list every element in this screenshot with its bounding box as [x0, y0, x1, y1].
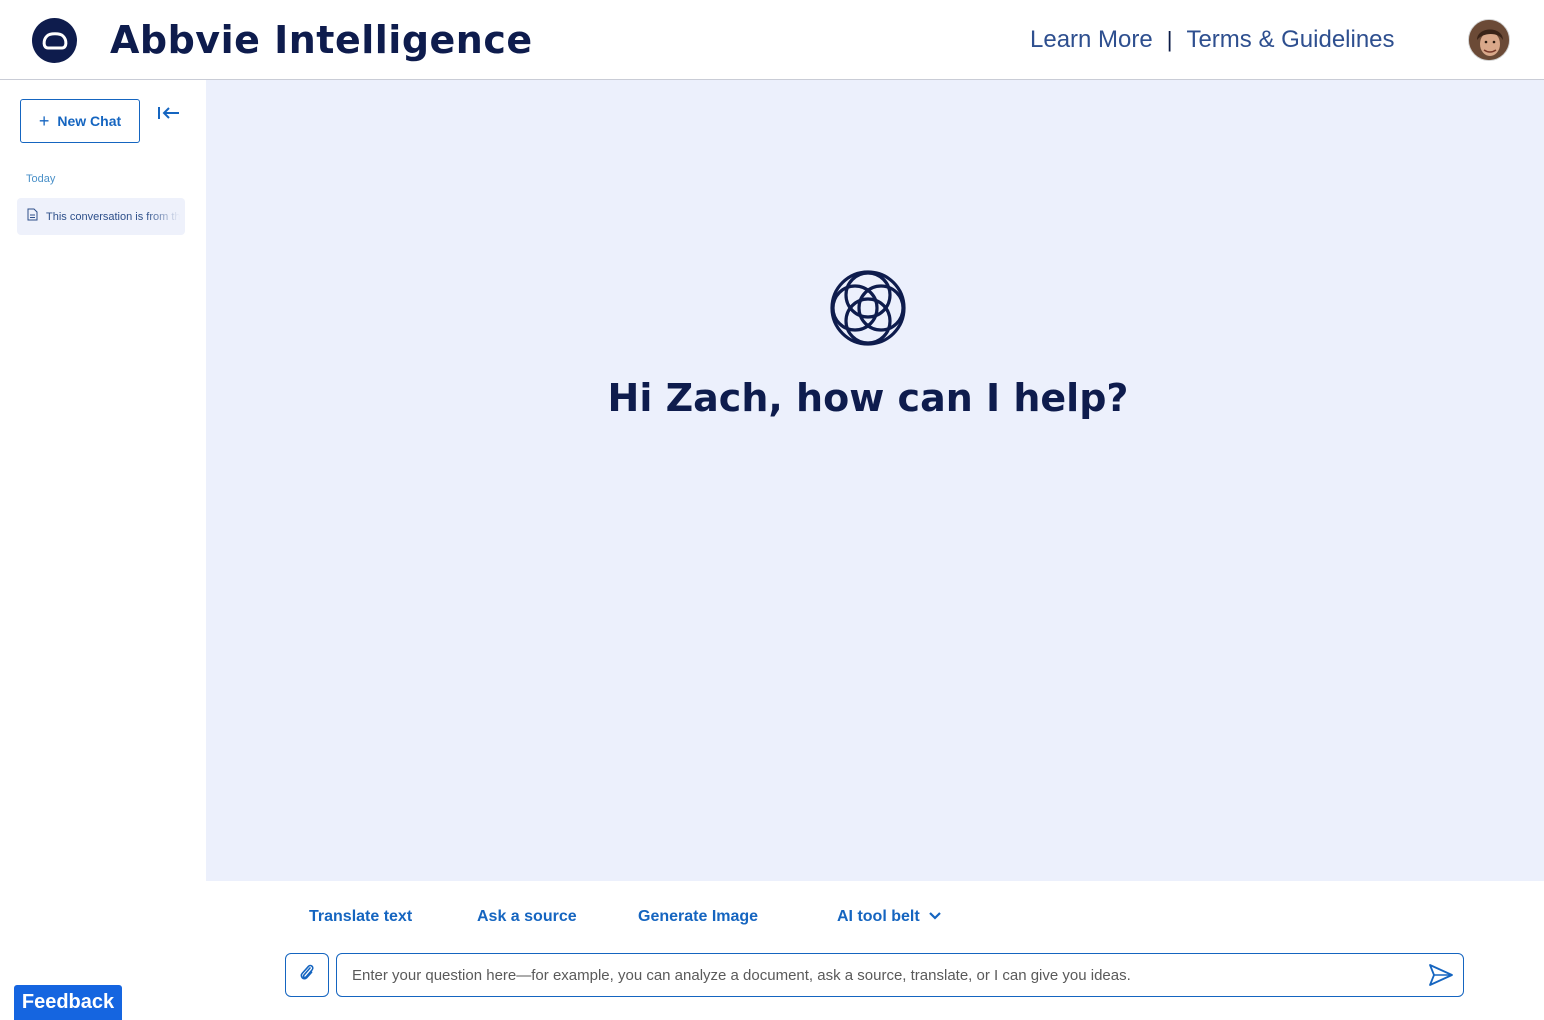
plus-icon: + [38, 111, 50, 131]
send-icon[interactable] [1427, 962, 1455, 988]
link-separator: | [1166, 27, 1173, 52]
learn-more-link[interactable]: Learn More [1030, 26, 1153, 54]
quick-tools: Translate text Ask a source Generate Ima… [0, 908, 1544, 934]
chat-main-area: Hi Zach, how can I help? [206, 80, 1544, 881]
today-section-label: Today [26, 173, 56, 185]
chat-input[interactable] [337, 954, 1417, 996]
conversation-item[interactable]: This conversation is from the [17, 198, 185, 235]
user-avatar[interactable] [1468, 19, 1510, 61]
new-chat-button[interactable]: + New Chat [20, 99, 140, 143]
attach-file-button[interactable] [285, 953, 329, 997]
ai-tool-belt-label: AI tool belt [837, 908, 920, 925]
app-title: Abbvie Intelligence [110, 18, 533, 62]
paperclip-icon [298, 963, 316, 988]
conversation-label: This conversation is from the [46, 210, 180, 223]
terms-guidelines-link[interactable]: Terms & Guidelines [1186, 26, 1394, 54]
ai-tool-belt-dropdown[interactable]: AI tool belt [837, 908, 942, 926]
top-links: Learn More | Terms & Guidelines [1030, 26, 1395, 54]
new-chat-label: New Chat [57, 113, 122, 129]
generate-image-button[interactable]: Generate Image [638, 908, 758, 926]
ask-source-button[interactable]: Ask a source [477, 908, 577, 926]
abbvie-logo-icon[interactable] [32, 18, 77, 63]
greeting-heading: Hi Zach, how can I help? [607, 376, 1129, 420]
feedback-button[interactable]: Feedback [14, 985, 122, 1020]
chevron-down-icon [928, 908, 942, 926]
collapse-sidebar-icon[interactable] [156, 102, 182, 124]
document-icon [27, 208, 38, 226]
translate-text-button[interactable]: Translate text [309, 908, 412, 926]
sidebar: + New Chat Today This conversation is fr… [0, 80, 206, 1020]
chat-input-container [336, 953, 1464, 997]
abbvie-intelligence-mark-icon [828, 268, 908, 348]
top-header: Abbvie Intelligence Learn More | Terms &… [0, 0, 1544, 80]
